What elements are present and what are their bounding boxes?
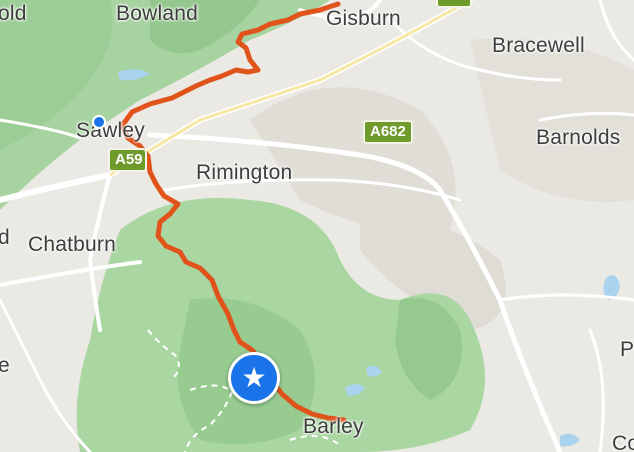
place-label-d[interactable]: d: [0, 226, 10, 250]
map-canvas: [0, 0, 634, 452]
star-icon: ★: [241, 362, 267, 393]
place-label-gisburn[interactable]: Gisburn: [326, 7, 401, 31]
destination-pin[interactable]: ★: [228, 352, 280, 404]
road-shield-a682: A682: [363, 120, 413, 144]
map-view[interactable]: Bowland old Gisburn Bracewell Sawley Bar…: [0, 0, 634, 452]
road-shield-top: [436, 0, 472, 8]
road-shield-a59: A59: [108, 148, 147, 172]
place-label-barnolds[interactable]: Barnolds: [536, 126, 620, 150]
place-label-e[interactable]: e: [0, 354, 10, 378]
place-label-old[interactable]: old: [0, 2, 27, 26]
place-label-sawley[interactable]: Sawley: [76, 119, 145, 143]
place-label-chatburn[interactable]: Chatburn: [28, 233, 116, 257]
place-label-bowland[interactable]: Bowland: [116, 2, 198, 26]
place-label-rimington[interactable]: Rimington: [196, 161, 292, 185]
place-label-co[interactable]: Co: [612, 432, 634, 452]
place-label-bracewell[interactable]: Bracewell: [492, 34, 585, 58]
location-dot-icon[interactable]: [92, 115, 106, 129]
place-label-barley[interactable]: Barley: [303, 415, 364, 439]
place-label-p[interactable]: P: [620, 338, 634, 362]
